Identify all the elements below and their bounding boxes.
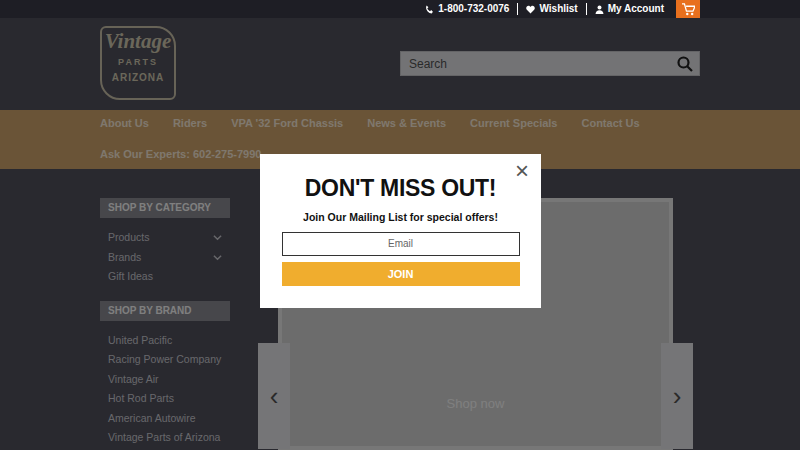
- top-bar: 1-800-732-0076 Wishlist My Account: [0, 0, 800, 18]
- cart-icon: [682, 3, 695, 16]
- phone-icon: [425, 5, 434, 14]
- popup-subtitle: Join Our Mailing List for special offers…: [281, 211, 520, 224]
- heart-icon: [526, 5, 535, 14]
- wishlist-link[interactable]: Wishlist: [517, 3, 585, 15]
- popup-title: DON'T MISS OUT!: [281, 174, 520, 202]
- cart-button[interactable]: [676, 0, 700, 18]
- email-input[interactable]: [282, 232, 520, 256]
- close-button[interactable]: ×: [511, 157, 533, 185]
- user-icon: [595, 5, 604, 14]
- phone-link-label: 1-800-732-0076: [438, 3, 509, 15]
- newsletter-popup: ×DON'T MISS OUT! Join Our Mailing List fo…: [260, 154, 541, 308]
- wishlist-link-label: Wishlist: [539, 3, 577, 15]
- account-link[interactable]: My Account: [586, 3, 672, 15]
- phone-link[interactable]: 1-800-732-0076: [417, 3, 517, 15]
- join-button[interactable]: JOIN: [282, 262, 520, 287]
- account-link-label: My Account: [608, 3, 664, 15]
